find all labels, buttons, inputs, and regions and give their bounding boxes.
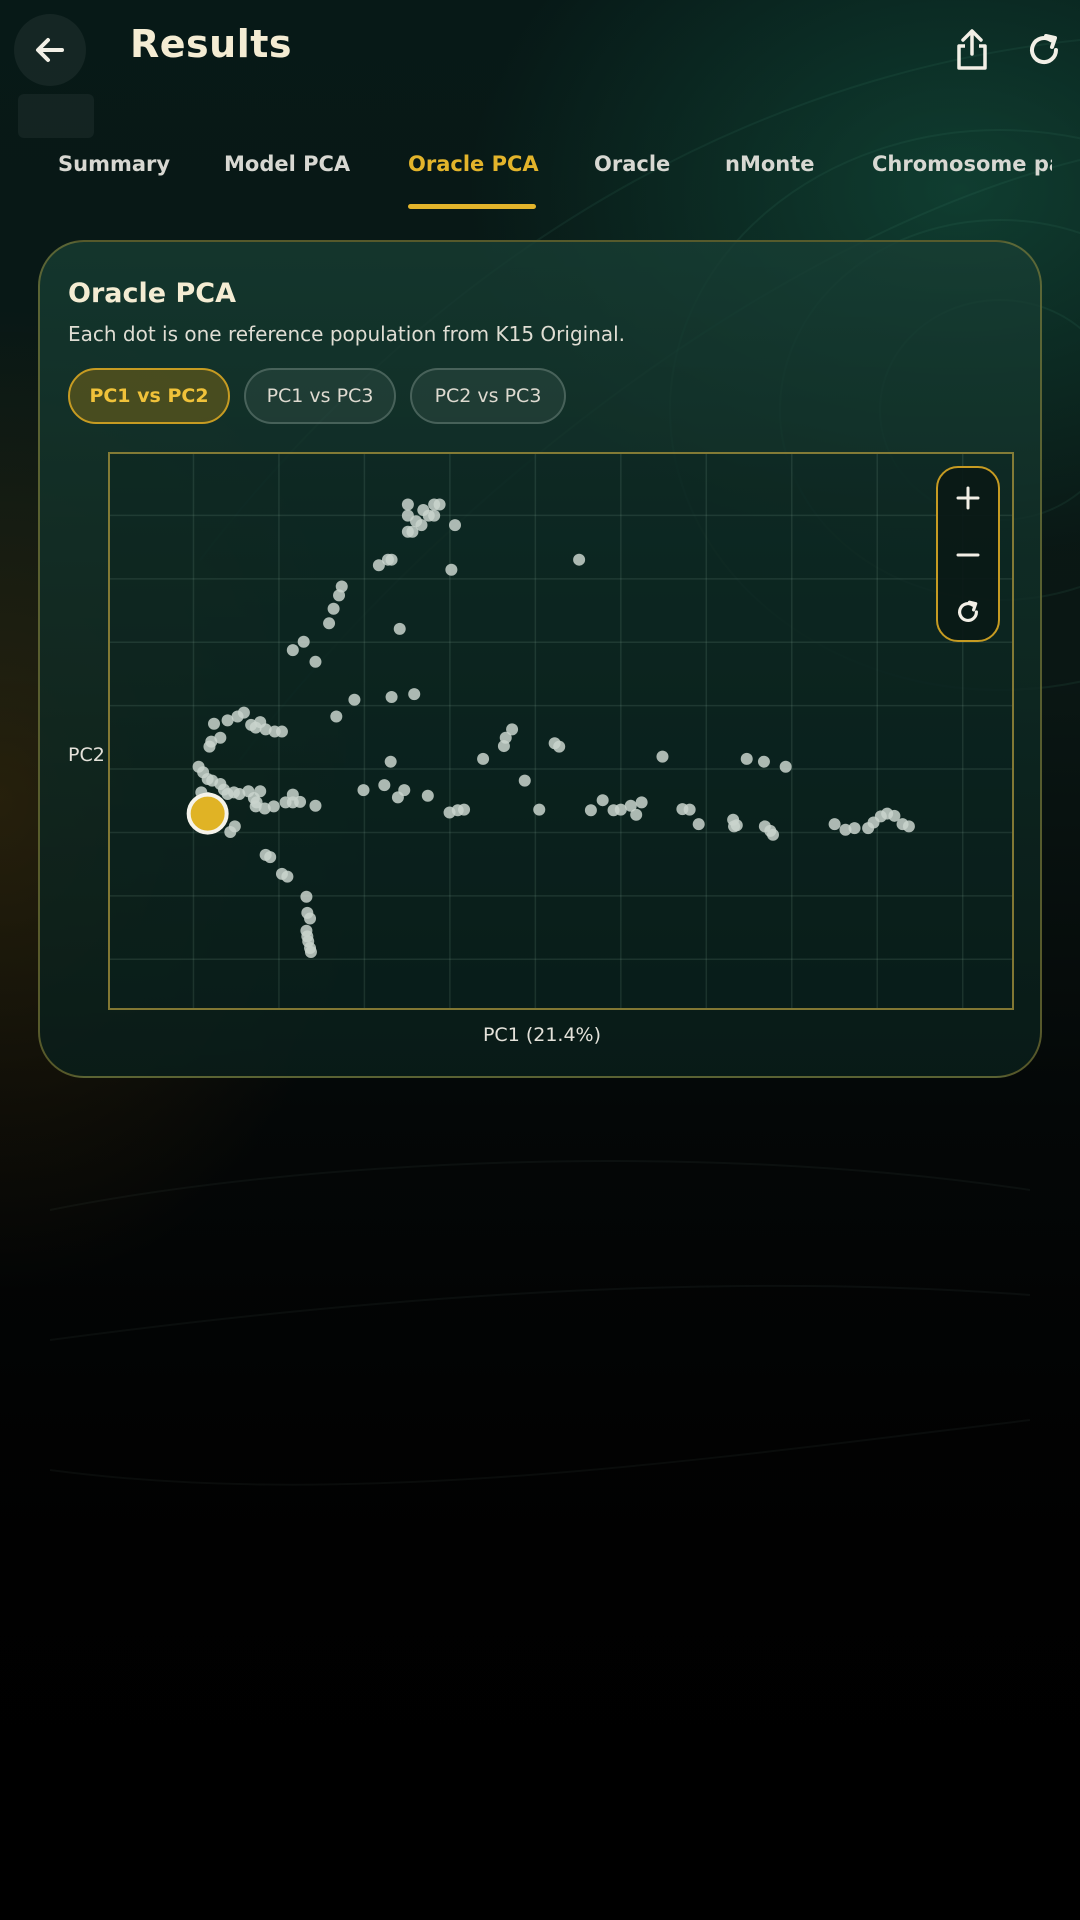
reference-population-point [304,945,317,958]
reference-population-point [372,559,385,572]
tab-bar: Summary Model PCA Oracle PCA Oracle nMon… [0,140,1052,212]
pca-scatter-plot[interactable] [108,452,1014,1010]
reference-population-point [275,725,288,738]
reference-population-point [828,818,841,831]
reference-population-point [596,794,609,807]
reference-population-point [497,740,510,753]
reference-population-point [208,717,221,730]
reference-population-point [323,617,336,630]
tab-oracle[interactable]: Oracle [594,152,670,196]
reference-population-point [408,688,421,701]
tab-nmonte[interactable]: nMonte [725,152,815,196]
reference-population-point [309,799,322,812]
reference-population-point [767,828,780,841]
reference-population-point [264,851,277,864]
reference-population-point [300,890,313,903]
refresh-button[interactable] [1016,22,1072,78]
reference-population-point [692,818,705,831]
reference-population-point [391,791,404,804]
reference-population-point [385,690,398,703]
share-icon [957,29,987,70]
y-axis-label: PC2 [68,744,105,766]
reference-population-point [902,820,915,833]
reference-population-point [286,644,299,657]
card-title: Oracle PCA [68,278,236,309]
user-sample-point [186,792,229,835]
reference-population-point [249,721,262,734]
reference-population-point [506,723,519,736]
active-tab-indicator [408,204,536,209]
plus-icon [956,486,980,510]
reference-population-point [730,819,743,832]
reference-population-point [297,635,310,648]
reference-population-point [656,750,669,763]
reference-population-point [378,779,391,792]
page-title: Results [130,22,293,66]
reference-population-point [309,655,322,668]
share-button[interactable] [944,22,1000,78]
reference-population-point [294,795,307,808]
reference-population-point [740,752,753,765]
reference-population-point [237,706,250,719]
refresh-icon [1030,34,1059,65]
x-axis-label: PC1 (21.4%) [482,1024,602,1046]
reference-population-point [348,693,361,706]
reference-population-point [224,825,237,838]
reference-population-point [254,785,267,798]
reference-population-point [421,789,434,802]
reference-population-point [304,912,317,925]
reference-population-point [333,589,346,602]
reference-population-point [393,622,406,635]
minus-icon [956,553,980,557]
zoom-in-button[interactable] [938,470,998,526]
chip-pc2-vs-pc3[interactable]: PC2 vs PC3 [410,368,566,424]
reference-population-point [584,804,597,817]
reference-population-point [428,509,441,522]
reference-population-point [357,784,370,797]
reference-population-point [445,563,458,576]
tab-summary[interactable]: Summary [58,152,170,196]
reference-population-point [385,553,398,566]
reference-population-point [267,800,280,813]
reference-population-point [518,774,531,787]
reference-population-point [281,870,294,883]
tab-model-pca[interactable]: Model PCA [224,152,350,196]
reference-population-point [428,498,441,511]
tab-chromosome-painting[interactable]: Chromosome painting [872,152,1052,196]
reset-zoom-button[interactable] [938,584,998,640]
reference-population-point [573,553,586,566]
reference-population-point [406,525,419,538]
reference-population-point [477,752,490,765]
tab-oracle-pca[interactable]: Oracle PCA [408,152,539,196]
reference-population-point [448,519,461,532]
reference-population-point [533,803,546,816]
zoom-out-button[interactable] [938,527,998,583]
reference-population-point [848,822,861,835]
reference-population-point [683,803,696,816]
arrow-left-icon [36,38,64,62]
reference-population-point [384,755,397,768]
reference-population-point [458,803,471,816]
card-subtitle: Each dot is one reference population fro… [68,322,626,346]
reference-population-point [205,735,218,748]
refresh-icon [958,600,978,622]
reference-population-point [330,710,343,723]
placeholder-box [18,94,94,138]
reference-population-point [553,740,566,753]
reference-population-point [327,602,340,615]
reference-population-point [779,760,792,773]
reference-population-point [401,498,414,511]
zoom-controls [936,466,1000,642]
reference-population-point [757,755,770,768]
chip-pc1-vs-pc2[interactable]: PC1 vs PC2 [68,368,230,424]
back-button[interactable] [14,14,86,86]
oracle-pca-card: Oracle PCA Each dot is one reference pop… [38,240,1042,1078]
reference-population-point [630,808,643,821]
reference-population-point [635,796,648,809]
chip-pc1-vs-pc3[interactable]: PC1 vs PC3 [244,368,396,424]
